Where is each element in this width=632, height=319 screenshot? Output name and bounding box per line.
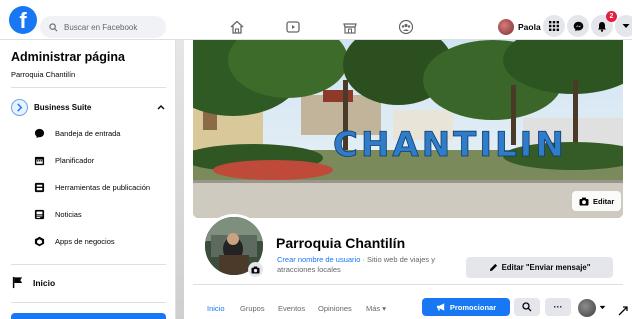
sidebar-title: Administrar página xyxy=(11,50,125,64)
chevron-down-icon[interactable] xyxy=(599,305,606,310)
profile-camera-button[interactable] xyxy=(248,262,263,277)
account-chevron-icon[interactable] xyxy=(615,15,632,37)
calendar-icon xyxy=(34,155,45,166)
sidebar-item-label: Planificador xyxy=(55,155,95,165)
business-suite-toggle[interactable]: Business Suite xyxy=(11,96,166,118)
news-icon xyxy=(34,209,45,220)
cover-photo[interactable]: CHANTILIN xyxy=(193,40,623,218)
sidebar-item-label: Apps de negocios xyxy=(55,236,115,246)
tab-opiniones[interactable]: Opiniones xyxy=(318,304,352,313)
tab-grupos[interactable]: Grupos xyxy=(240,304,265,313)
tab-inicio[interactable]: Inicio xyxy=(207,304,225,313)
marketplace-icon[interactable] xyxy=(337,14,363,40)
camera-icon xyxy=(251,266,260,274)
cover-sign-text: CHANTILIN xyxy=(333,125,567,165)
sidebar-item-business-apps[interactable]: Apps de negocios xyxy=(34,232,174,250)
expand-icon[interactable] xyxy=(618,306,628,316)
manage-page-sidebar: Administrar página Parroquia Chantilín B… xyxy=(0,40,176,319)
megaphone-icon xyxy=(436,303,445,311)
sidebar-item-label: Bandeja de entrada xyxy=(55,128,121,138)
sidebar-subtitle: Parroquia Chantilín xyxy=(11,70,76,79)
home-icon[interactable] xyxy=(224,14,250,40)
avatar xyxy=(498,19,514,35)
page-description: Crear nombre de usuario · Sitio web de v… xyxy=(277,255,462,275)
sidebar-primary-button[interactable] xyxy=(11,313,166,319)
edit-send-message-button[interactable]: Editar "Enviar mensaje" xyxy=(466,257,613,278)
tab-eventos[interactable]: Eventos xyxy=(278,304,305,313)
promote-button[interactable]: Promocionar xyxy=(422,298,510,316)
inbox-icon xyxy=(34,128,45,139)
page-title: Parroquia Chantilín xyxy=(276,235,406,251)
sidebar-item-label: Noticias xyxy=(55,209,82,219)
divider xyxy=(11,264,166,265)
bell-icon[interactable]: 2 xyxy=(591,11,617,37)
sidebar-item-planner[interactable]: Planificador xyxy=(34,151,174,169)
messenger-icon[interactable] xyxy=(567,15,589,37)
edit-cover-button[interactable]: Editar xyxy=(572,191,622,211)
create-username-link[interactable]: Crear nombre de usuario xyxy=(277,255,360,264)
groups-icon[interactable] xyxy=(393,14,419,40)
sidebar-item-news[interactable]: Noticias xyxy=(34,205,174,223)
user-name: Paola xyxy=(518,22,541,32)
business-apps-icon xyxy=(34,236,45,247)
pencil-icon xyxy=(489,263,497,272)
content-gutter xyxy=(176,40,184,319)
chevron-up-icon xyxy=(157,105,165,110)
camera-icon xyxy=(579,197,589,205)
divider xyxy=(11,302,166,303)
publishing-tools-icon xyxy=(34,182,45,193)
promote-label: Promocionar xyxy=(449,302,497,312)
divider xyxy=(11,87,166,88)
home-label: Inicio xyxy=(33,277,56,288)
search-icon xyxy=(522,302,532,312)
sidebar-item-publishing-tools[interactable]: Herramientas de publicación xyxy=(34,178,174,196)
edit-send-message-label: Editar "Enviar mensaje" xyxy=(501,263,591,272)
edit-cover-label: Editar xyxy=(593,196,615,206)
sidebar-item-inbox[interactable]: Bandeja de entrada xyxy=(34,124,174,142)
sidebar-item-home[interactable]: Inicio xyxy=(11,276,55,289)
more-options-button[interactable]: ··· xyxy=(545,298,571,316)
cover-photo-image: CHANTILIN xyxy=(193,40,623,218)
page-avatar-switcher[interactable] xyxy=(578,299,596,317)
profile-chip[interactable]: Paola xyxy=(498,16,541,38)
watch-icon[interactable] xyxy=(280,14,306,40)
sidebar-item-label: Herramientas de publicación xyxy=(55,182,151,192)
menu-grid-icon[interactable] xyxy=(543,15,565,37)
top-navigation-bar: f Buscar en Facebook Paola 2 xyxy=(0,0,632,40)
business-suite-icon xyxy=(11,98,28,116)
flag-home-icon xyxy=(12,276,23,289)
tab-more[interactable]: Más ▾ xyxy=(366,304,386,313)
search-page-button[interactable] xyxy=(514,298,540,316)
business-suite-label: Business Suite xyxy=(34,102,92,112)
divider xyxy=(193,284,623,285)
